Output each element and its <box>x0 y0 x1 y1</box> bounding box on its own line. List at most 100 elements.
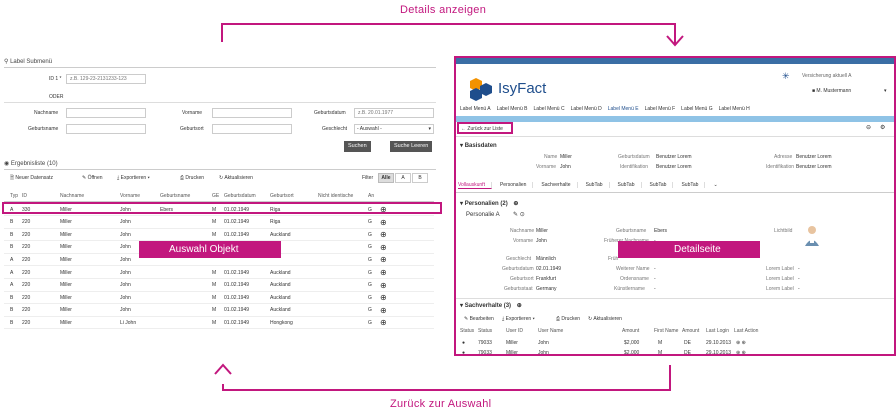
column-header[interactable]: User ID <box>506 328 523 334</box>
tab[interactable]: Sachverhalte <box>541 182 578 188</box>
row-action-icon[interactable]: ⊕ <box>380 218 387 227</box>
chevron-down-icon[interactable]: ▾ <box>884 88 887 94</box>
row-action-icon[interactable]: ⊕ <box>380 230 387 239</box>
menu-item[interactable]: Label Menü E <box>608 106 639 112</box>
table-row[interactable]: B 220 Miller Li John M 01.02.1949 Hongkong G ⊕ <box>4 317 434 330</box>
geburtsname-input[interactable] <box>66 124 146 134</box>
menu-item[interactable]: Label Menü B <box>497 106 528 112</box>
refresh-button[interactable]: ↻ Aktualisieren <box>219 175 253 181</box>
geburtsort-input[interactable] <box>212 124 292 134</box>
cell-ge: M <box>212 219 217 226</box>
column-header[interactable]: An <box>368 193 374 199</box>
menu-item[interactable]: Label Menü H <box>719 106 750 112</box>
row-action-icon[interactable]: ⊕ <box>380 255 387 264</box>
column-header[interactable]: Last Login <box>706 328 729 334</box>
filter-b-button[interactable]: B <box>412 173 428 183</box>
suchen-button[interactable]: Suchen <box>344 141 371 152</box>
nachname-input[interactable] <box>66 108 146 118</box>
table-row[interactable]: B 220 Miller John M 01.02.1949 Auckland G ⊕ <box>4 305 434 317</box>
menu-item[interactable]: Label Menü C <box>533 106 564 112</box>
column-header[interactable]: Typ <box>10 193 18 199</box>
row-action-icon[interactable]: ⊕ <box>380 318 387 327</box>
tab[interactable]: SubTab <box>649 182 674 188</box>
column-header[interactable]: ID <box>22 193 27 199</box>
row-action-icon[interactable]: ⊕ ⊕ <box>736 340 746 346</box>
menu-item[interactable]: Label Menü D <box>571 106 602 112</box>
new-record-button[interactable]: 🗎 Neuer Datensatz <box>10 175 53 183</box>
chevron-down-icon: ▾ <box>428 126 431 132</box>
column-header[interactable]: Geburtsname <box>160 193 190 199</box>
sv-refresh-button[interactable]: ↻ Aktualisieren <box>588 316 622 322</box>
export-button[interactable]: ⤓ Exportieren ▾ <box>117 175 150 181</box>
field-value: 02.01.1949 <box>536 266 562 272</box>
row-action-icon[interactable]: ⊕ <box>380 293 387 302</box>
cell-an: G <box>368 219 372 226</box>
gear-icon[interactable]: ⚙ <box>880 124 885 131</box>
row-action-icon[interactable]: ⊕ <box>380 268 387 277</box>
settings-icon[interactable]: ⊙ <box>520 212 525 218</box>
zurueck-button[interactable]: ← Zurück zur Liste <box>457 122 513 134</box>
field-value: Frankfurt <box>536 276 557 282</box>
tab[interactable]: SubTab <box>617 182 642 188</box>
sv-export-button[interactable]: ⤓ Exportieren ▾ <box>502 316 535 322</box>
table-row[interactable]: B 220 Miller John M 01.02.1949 Auckland G ⊕ <box>4 229 434 242</box>
tab[interactable]: SubTab <box>585 182 610 188</box>
filter-alle-button[interactable]: Alle <box>378 173 394 183</box>
column-header[interactable]: Nicht identische <box>318 193 353 199</box>
tab[interactable]: SubTab <box>681 182 706 188</box>
chevron-down-icon[interactable]: ⌄ <box>713 182 717 188</box>
bearbeiten-button[interactable]: ✎ Bearbeiten <box>464 316 494 322</box>
filter-a-button[interactable]: A <box>395 173 411 183</box>
table-row[interactable]: B 220 Miller John M 01.02.1949 Riga G ⊕ <box>4 217 434 229</box>
personalien-title[interactable]: ▾ Personalien (2) ⊕ <box>460 200 518 207</box>
column-header[interactable]: Geburtsdatum <box>224 193 256 199</box>
table-row[interactable]: A 220 Miller John M 01.02.1949 Auckland G ⊕ <box>4 280 434 292</box>
table-row[interactable]: A 220 Miller John M 01.02.1949 Auckland G ⊕ <box>4 267 434 279</box>
suche-leeren-button[interactable]: Suche Leeren <box>390 141 433 152</box>
column-header[interactable]: GE <box>212 193 219 199</box>
column-header[interactable]: Geburtsort <box>270 193 294 199</box>
basisdaten-title[interactable]: ▾ Basisdaten <box>460 142 497 149</box>
refresh-icon: ↻ <box>219 175 224 181</box>
tab[interactable]: Personalien <box>499 182 534 188</box>
print-button[interactable]: ⎙ Drucken <box>180 175 204 181</box>
field-value: Männlich <box>536 256 557 262</box>
row-action-icon[interactable]: ⊕ <box>380 243 387 252</box>
row-action-icon[interactable]: ⊕ ⊕ <box>736 350 746 354</box>
back-arrow <box>214 363 671 391</box>
geburtsdatum-input[interactable] <box>354 108 434 118</box>
column-header[interactable]: Amount <box>622 328 639 334</box>
column-header[interactable]: Amount <box>682 328 699 334</box>
row-action-icon[interactable]: ⊕ <box>380 306 387 315</box>
id-input[interactable] <box>66 74 146 84</box>
column-header[interactable]: Status <box>460 328 474 334</box>
user-menu[interactable]: ■ M. Mustermann <box>812 88 851 94</box>
table-row[interactable]: ● 79033 Miller John $2,000 M DE 29.10.2013 ⊕ ⊕ <box>460 350 890 354</box>
column-header[interactable]: Status <box>478 328 492 334</box>
vorname-input[interactable] <box>212 108 292 118</box>
column-header[interactable]: User Name <box>538 328 563 334</box>
geschlecht-select[interactable]: - Auswahl - ▾ <box>354 124 434 134</box>
table-row[interactable]: ● 79033 Miller John $2,000 M DE 29.10.2013 ⊕ ⊕ <box>460 340 890 349</box>
open-button[interactable]: ✎ Öffnen <box>82 175 103 181</box>
column-header[interactable]: First Name <box>654 328 678 334</box>
row-action-icon[interactable]: ⊕ <box>380 281 387 290</box>
minus-icon[interactable]: ⊖ <box>866 124 871 131</box>
field-label: Geschlecht <box>506 256 532 262</box>
selected-row-highlight <box>2 202 442 214</box>
column-header[interactable]: Last Action <box>734 328 758 334</box>
sv-print-button[interactable]: ⎙ Drucken <box>556 316 580 322</box>
field-value: Benutzer Lorem <box>796 164 832 170</box>
table-row[interactable]: B 220 Miller John M 01.02.1949 Auckland G ⊕ <box>4 292 434 305</box>
menu-item[interactable]: Label Menü F <box>645 106 676 112</box>
add-icon[interactable]: ⊕ <box>517 303 522 309</box>
add-icon[interactable]: ⊕ <box>513 201 518 207</box>
menu-item[interactable]: Label Menü G <box>681 106 712 112</box>
column-header[interactable]: Nachname <box>60 193 84 199</box>
field-value: John <box>560 164 571 170</box>
edit-icon[interactable]: ✎ <box>513 212 518 218</box>
menu-item[interactable]: Label Menü A <box>460 106 491 112</box>
column-header[interactable]: Vorname <box>120 193 140 199</box>
sachverhalte-title[interactable]: ▾ Sachverhalte (3) ⊕ <box>460 302 522 309</box>
tab[interactable]: Vollauskunft <box>458 182 492 189</box>
